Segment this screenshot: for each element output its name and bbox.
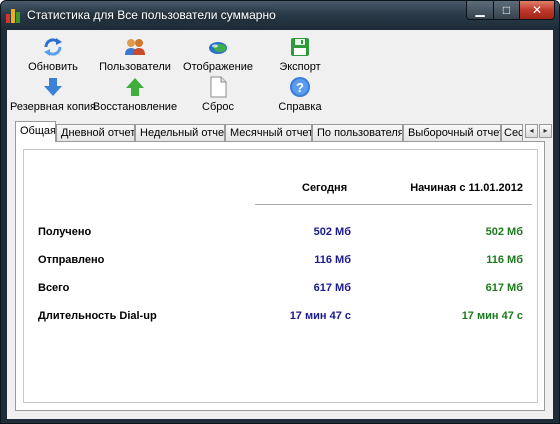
window-title: Статистика для Все пользователи суммарно xyxy=(27,8,276,22)
svg-text:?: ? xyxy=(296,80,304,95)
refresh-button[interactable]: Обновить xyxy=(8,36,98,73)
arrow-up-icon xyxy=(126,78,144,96)
tab-panel-general: Сегодня Начиная с 11.01.2012 Получено 50… xyxy=(15,141,545,411)
tab-custom-report[interactable]: Выборочный отчет xyxy=(403,124,501,141)
restore-button[interactable]: Восстановление xyxy=(90,76,180,113)
value-today-received: 502 Мб xyxy=(313,226,351,238)
users-icon xyxy=(125,39,145,55)
help-icon: ? xyxy=(290,77,310,97)
row-label-dialup-duration: Длительность Dial-up xyxy=(38,310,157,322)
row-label-sent: Отправлено xyxy=(38,254,105,266)
row-label-received: Получено xyxy=(38,226,92,238)
export-button[interactable]: Экспорт xyxy=(255,36,345,73)
maximize-button[interactable]: □ xyxy=(493,1,520,20)
refresh-icon xyxy=(44,38,62,56)
backup-button[interactable]: Резервная копия xyxy=(8,76,98,113)
column-header-today: Сегодня xyxy=(302,182,348,194)
restore-label: Восстановление xyxy=(92,101,178,113)
column-header-since: Начиная с 11.01.2012 xyxy=(410,182,523,194)
display-button[interactable]: Отображение xyxy=(173,36,263,73)
maximize-icon: □ xyxy=(502,3,511,17)
users-label: Пользователи xyxy=(99,61,171,73)
display-label: Отображение xyxy=(183,61,253,73)
tab-weekly-report[interactable]: Недельный отчет xyxy=(135,124,225,141)
value-since-dialup-duration: 17 мин 47 с xyxy=(461,310,523,322)
minimize-icon: ▁ xyxy=(475,3,485,17)
chevron-right-icon: ▸ xyxy=(543,126,548,135)
tab-sessions[interactable]: Сес xyxy=(501,124,523,141)
help-label: Справка xyxy=(278,101,322,113)
tab-strip: Общая Дневной отчет Недельный отчет Меся… xyxy=(15,121,553,142)
tab-general[interactable]: Общая xyxy=(15,121,56,142)
backup-label: Резервная копия xyxy=(9,101,97,113)
close-icon: ✕ xyxy=(531,3,543,17)
value-since-received: 502 Мб xyxy=(485,226,523,238)
tab-monthly-report[interactable]: Месячный отчет xyxy=(225,124,312,141)
value-today-sent: 116 Мб xyxy=(314,254,351,266)
summary-table: Сегодня Начиная с 11.01.2012 Получено 50… xyxy=(23,149,538,403)
users-button[interactable]: Пользователи xyxy=(90,36,180,73)
tab-scroll-right-button[interactable]: ▸ xyxy=(539,124,552,138)
value-today-dialup-duration: 17 мин 47 с xyxy=(289,310,351,322)
value-today-total: 617 Мб xyxy=(313,282,351,294)
app-chart-icon xyxy=(6,7,22,23)
tab-scroll-left-button[interactable]: ◂ xyxy=(525,124,538,138)
help-button[interactable]: ? Справка xyxy=(255,76,345,113)
main-window: Статистика для Все пользователи суммарно… xyxy=(0,0,560,424)
export-label: Экспорт xyxy=(279,61,321,73)
document-icon xyxy=(210,76,227,98)
window-client-area: Обновить Пользователи Отображение Экспор… xyxy=(7,30,553,419)
minimize-button[interactable]: ▁ xyxy=(466,1,494,20)
tab-by-users[interactable]: По пользователям xyxy=(312,124,403,141)
display-icon xyxy=(209,42,227,54)
tab-daily-report[interactable]: Дневной отчет xyxy=(56,124,135,141)
arrow-down-icon xyxy=(44,78,62,96)
reset-button[interactable]: Сброс xyxy=(173,76,263,113)
title-bar[interactable]: Статистика для Все пользователи суммарно… xyxy=(1,1,559,30)
reset-label: Сброс xyxy=(202,101,234,113)
value-since-sent: 116 Мб xyxy=(486,254,523,266)
refresh-label: Обновить xyxy=(28,61,78,73)
header-divider xyxy=(255,204,532,205)
row-label-total: Всего xyxy=(38,282,70,294)
chevron-left-icon: ◂ xyxy=(529,126,534,135)
value-since-total: 617 Мб xyxy=(485,282,523,294)
close-button[interactable]: ✕ xyxy=(519,1,555,20)
save-icon xyxy=(291,38,309,56)
